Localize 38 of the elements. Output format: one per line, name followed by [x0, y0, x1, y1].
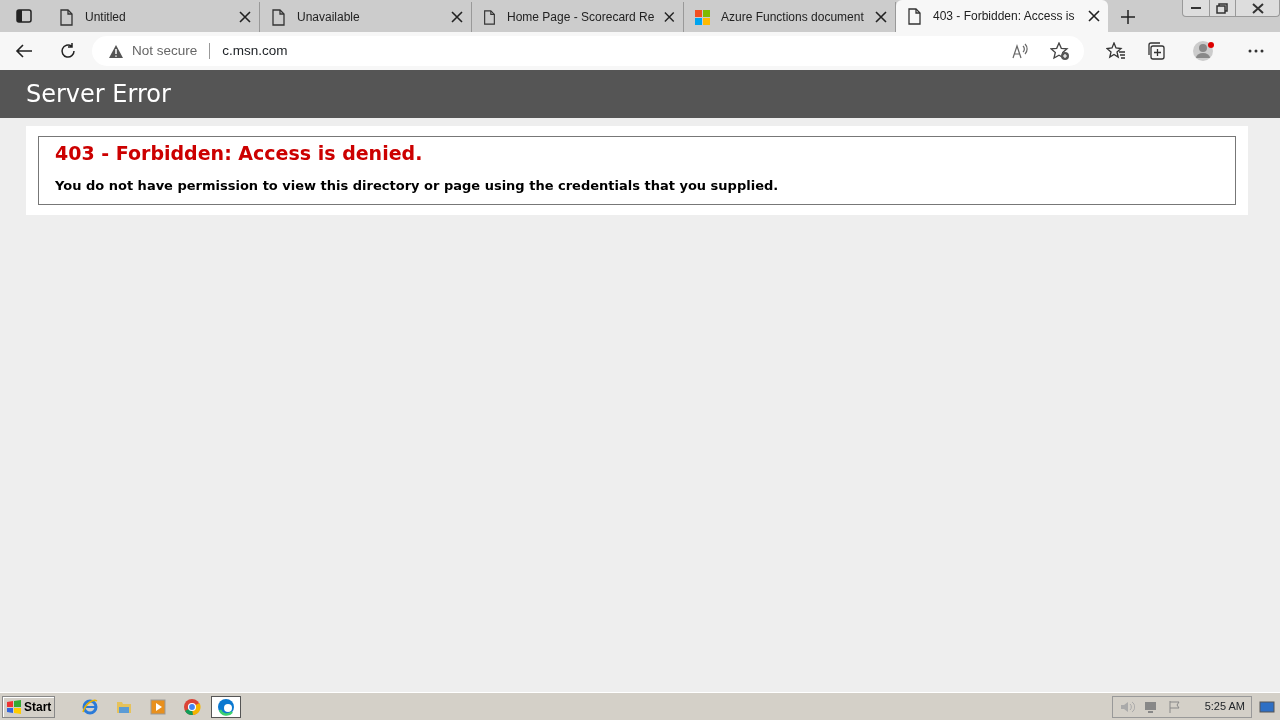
- avatar-icon: [1192, 39, 1216, 63]
- page-icon: [482, 8, 497, 26]
- desktop-icon: [1259, 700, 1275, 713]
- tab-actions-icon: [16, 8, 32, 24]
- security-label[interactable]: Not secure: [132, 40, 198, 62]
- browser-tab[interactable]: 403 - Forbidden: Access is: [896, 0, 1108, 32]
- error-message: You do not have permission to view this directory or page using the credentials that you supplied.: [55, 176, 780, 195]
- refresh-icon: [59, 42, 77, 60]
- ie-icon: [81, 697, 100, 716]
- back-icon: [15, 43, 33, 59]
- page-icon: [58, 8, 75, 26]
- clock[interactable]: 5:25 AM: [1204, 698, 1245, 715]
- close-icon[interactable]: [239, 11, 251, 23]
- close-icon[interactable]: [1088, 10, 1100, 22]
- media-player-icon: [149, 697, 168, 716]
- edge-icon: [217, 697, 236, 716]
- taskbar-app-button[interactable]: [211, 695, 242, 718]
- warning-icon: [108, 43, 124, 59]
- close-icon[interactable]: [664, 11, 675, 23]
- url-text[interactable]: c.msn.com: [222, 40, 288, 62]
- read-aloud-icon: [1011, 43, 1029, 59]
- start-button[interactable]: Start: [2, 695, 56, 718]
- tiles-icon: [694, 8, 711, 26]
- plus-icon: [1120, 9, 1136, 25]
- star-list-icon: [1106, 42, 1126, 60]
- close-icon[interactable]: [451, 11, 463, 23]
- more-icon: [1248, 49, 1264, 53]
- address-bar[interactable]: Not secure c.msn.com: [92, 36, 1084, 66]
- page-header: Server Error: [0, 70, 1280, 118]
- close-icon[interactable]: [875, 11, 887, 23]
- windows-logo-icon: [6, 699, 22, 714]
- page-icon: [270, 8, 287, 26]
- page-icon: [906, 7, 923, 25]
- minimize-icon: [1191, 7, 1201, 9]
- star-plus-icon: [1050, 41, 1070, 61]
- chrome-icon: [183, 697, 202, 716]
- collections-icon: [1147, 42, 1165, 60]
- error-title: 403 - Forbidden: Access is denied.: [55, 141, 424, 166]
